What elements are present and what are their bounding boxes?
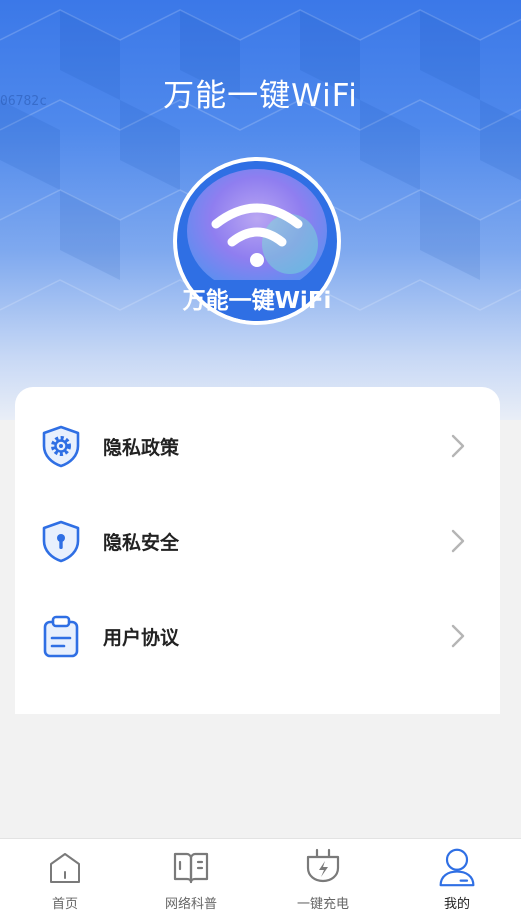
home-icon bbox=[50, 853, 80, 883]
app-logo: 万能一键WiFi bbox=[173, 157, 341, 325]
book-icon bbox=[173, 852, 209, 884]
menu-item-label: 用户协议 bbox=[103, 627, 180, 649]
tab-label: 网络科普 bbox=[164, 897, 217, 912]
shield-lock-icon bbox=[42, 520, 80, 563]
chevron-right-icon bbox=[451, 434, 465, 458]
tab-home[interactable]: 首页 bbox=[0, 839, 130, 914]
app-title: 万能一键WiFi bbox=[163, 78, 358, 114]
chevron-right-icon bbox=[451, 529, 465, 553]
menu-item-privacy-security[interactable]: 隐私安全 bbox=[15, 506, 500, 576]
chevron-right-icon bbox=[451, 624, 465, 648]
settings-card: 隐私政策 隐私安全 用户协议 bbox=[15, 387, 500, 714]
bottom-tab-bar: 首页 网络科普 一键充电 我的 bbox=[0, 838, 521, 914]
tab-label: 一键充电 bbox=[296, 897, 349, 912]
clipboard-icon bbox=[43, 615, 79, 658]
shield-gear-icon bbox=[42, 425, 80, 468]
logo-badge-text: 万能一键WiFi bbox=[183, 287, 332, 314]
user-icon bbox=[439, 848, 475, 887]
header-banner: 06782c 万能一键WiFi 万能一键WiFi bbox=[0, 0, 521, 420]
tab-one-click-charge[interactable]: 一键充电 bbox=[258, 839, 388, 914]
tab-mine[interactable]: 我的 bbox=[392, 839, 521, 914]
menu-item-privacy-policy[interactable]: 隐私政策 bbox=[15, 411, 500, 481]
tab-label: 我的 bbox=[443, 897, 470, 912]
menu-item-label: 隐私政策 bbox=[103, 437, 180, 459]
charge-plug-icon bbox=[306, 848, 340, 883]
menu-item-user-agreement[interactable]: 用户协议 bbox=[15, 601, 500, 671]
menu-item-label: 隐私安全 bbox=[103, 532, 180, 554]
tab-network-science[interactable]: 网络科普 bbox=[126, 839, 256, 914]
tab-label: 首页 bbox=[51, 897, 78, 912]
